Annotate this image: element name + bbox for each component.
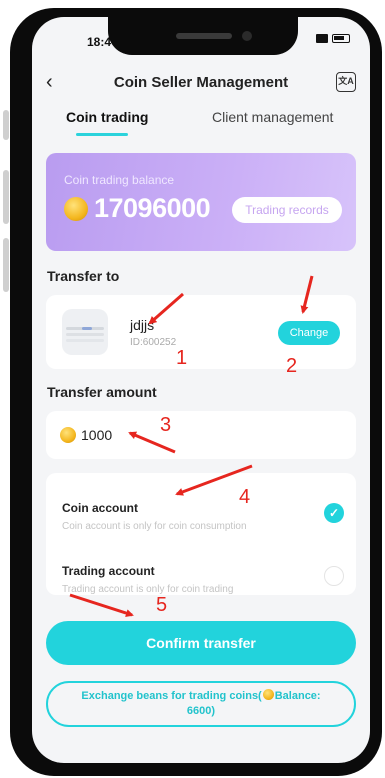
balance-label: Coin trading balance	[64, 173, 175, 187]
translate-icon[interactable]: 文A	[336, 72, 356, 92]
app-header: ‹ Coin Seller Management 文A	[32, 69, 370, 99]
recipient-name: jdjjs	[130, 317, 155, 333]
tab-client-management[interactable]: Client management	[212, 109, 333, 125]
annotation-number-2: 2	[286, 355, 298, 377]
exchange-text-start: Exchange beans for trading coins(	[81, 690, 262, 702]
trading-account-description: Trading account is only for coin trading	[62, 584, 234, 595]
recipient-card: jdjjs ID:600252 Change	[46, 295, 356, 369]
annotation-number-5: 5	[156, 594, 168, 616]
notch	[108, 17, 298, 55]
coin-account-radio-checked[interactable]: ✓	[324, 503, 344, 523]
phone-side-button	[3, 110, 9, 140]
annotation-number-1: 1	[176, 347, 188, 369]
active-tab-indicator	[76, 133, 128, 136]
tab-coin-trading[interactable]: Coin trading	[66, 109, 148, 125]
account-options: Coin account Coin account is only for co…	[46, 473, 356, 595]
app-screen: 18:4 ‹ Coin Seller Management 文A Coin tr…	[32, 17, 370, 763]
status-icons	[316, 34, 350, 43]
recipient-id: ID:600252	[130, 337, 177, 348]
battery-icon	[332, 34, 350, 43]
trading-records-button[interactable]: Trading records	[232, 197, 342, 223]
signal-icon	[316, 34, 328, 43]
balance-card: Coin trading balance 17096000 Trading re…	[46, 153, 356, 251]
confirm-transfer-button[interactable]: Confirm transfer	[46, 621, 356, 665]
coin-icon	[262, 689, 274, 700]
balance-value: 17096000	[94, 193, 211, 223]
speaker-grill	[176, 33, 232, 39]
status-time: 18:4	[87, 35, 112, 49]
trading-account-title[interactable]: Trading account	[62, 564, 155, 578]
coin-icon	[64, 197, 88, 221]
exchange-beans-button[interactable]: Exchange beans for trading coins(Balance…	[46, 681, 356, 727]
amount-value[interactable]: 1000	[81, 427, 112, 443]
coin-account-title[interactable]: Coin account	[62, 501, 138, 515]
phone-volume-down-button	[3, 238, 9, 292]
page-title: Coin Seller Management	[113, 74, 289, 91]
transfer-amount-label: Transfer amount	[47, 384, 157, 400]
transfer-to-label: Transfer to	[47, 268, 120, 284]
annotation-number-3: 3	[160, 414, 172, 436]
coin-icon	[60, 427, 76, 443]
coin-account-description: Coin account is only for coin consumptio…	[62, 521, 247, 532]
avatar	[62, 309, 108, 355]
annotation-number-4: 4	[239, 486, 251, 508]
tab-bar: Coin trading Client management	[32, 109, 370, 139]
phone-volume-up-button	[3, 170, 9, 224]
amount-input[interactable]: 1000	[46, 411, 356, 459]
change-recipient-button[interactable]: Change	[278, 321, 340, 345]
trading-account-radio[interactable]	[324, 566, 344, 586]
camera-icon	[242, 31, 252, 41]
